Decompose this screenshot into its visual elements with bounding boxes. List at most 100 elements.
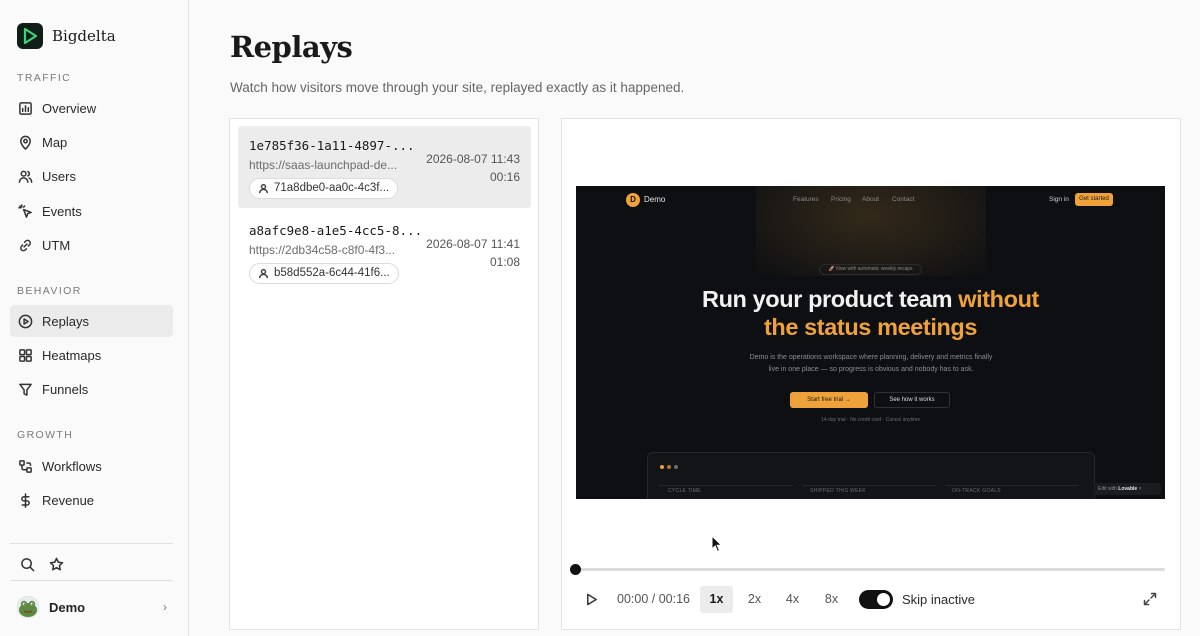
sidebar-item-label: UTM <box>42 237 71 253</box>
fullscreen-button[interactable] <box>1141 590 1159 608</box>
page-title: Replays <box>230 30 353 64</box>
replay-announcement: 🚀 Now with automatic weekly recaps <box>819 264 922 275</box>
session-url: https://saas-launchpad-de... <box>249 158 398 172</box>
replay-headline-accent: without <box>958 286 1039 312</box>
cursor-click-icon <box>18 203 32 218</box>
link-icon <box>20 239 31 251</box>
users-icon <box>18 170 33 183</box>
replay-dot <box>667 465 671 469</box>
session-item[interactable]: 1e785f36-1a11-4897-... https://saas-laun… <box>238 126 531 208</box>
session-user-chip[interactable]: 71a8dbe0-aa0c-4c3f... <box>249 178 399 199</box>
session-user-id: b58d552a-6c44-41f6... <box>274 267 390 279</box>
dollar-icon <box>21 492 30 508</box>
chevron-right-icon: › <box>163 600 167 614</box>
user-icon <box>258 183 269 194</box>
map-pin-icon <box>20 135 31 150</box>
timeline-track[interactable] <box>576 568 1165 571</box>
skip-inactive-toggle[interactable] <box>859 590 893 609</box>
session-url: https://2db34c58-c8f0-4f3... <box>249 243 396 257</box>
replay-badge-close: × <box>1138 486 1142 492</box>
replay-divider <box>945 485 1079 486</box>
replay-nav-link: Pricing <box>831 196 851 203</box>
sidebar-item-events[interactable]: Events <box>10 195 173 227</box>
speed-4x-button[interactable]: 4x <box>776 586 809 613</box>
replay-cta: Get started <box>1075 193 1113 206</box>
replay-dot <box>674 465 678 469</box>
star-icon[interactable] <box>47 555 65 573</box>
section-label-behavior: BEHAVIOR <box>17 285 82 297</box>
playback-time: 00:00 / 00:16 <box>617 592 690 606</box>
session-user-id: 71a8dbe0-aa0c-4c3f... <box>274 182 390 194</box>
sidebar-item-workflows[interactable]: Workflows <box>10 450 173 482</box>
speed-1x-button[interactable]: 1x <box>700 586 733 613</box>
replay-headline: Run your product team without the status… <box>576 285 1165 341</box>
play-circle-icon <box>18 314 33 328</box>
sidebar-item-label: Revenue <box>42 492 95 508</box>
sidebar-item-label: Workflows <box>42 458 102 474</box>
replay-stat-label: CYCLE TIME <box>668 488 701 494</box>
play-button[interactable] <box>582 590 600 608</box>
session-list: 1e785f36-1a11-4897-... https://saas-laun… <box>229 118 539 630</box>
session-date: 2026-08-07 11:41 <box>426 237 520 251</box>
replay-viewport[interactable]: D Demo Features Pricing About Contact Si… <box>576 186 1165 499</box>
app: Bigdelta TRAFFIC Overview Map Users Even… <box>0 0 1200 636</box>
sidebar-item-label: Funnels <box>42 381 89 397</box>
session-duration: 01:08 <box>489 255 520 269</box>
session-date: 2026-08-07 11:43 <box>426 152 520 166</box>
replay-dot <box>660 465 664 469</box>
session-item[interactable]: a8afc9e8-a1e5-4cc5-8... https://2db34c58… <box>238 211 531 293</box>
replay-edit-badge: Edit with Lovable × <box>1094 483 1161 495</box>
session-id: a8afc9e8-a1e5-4cc5-8... <box>249 223 423 238</box>
user-icon <box>258 268 269 279</box>
replay-nav-link: Features <box>793 196 819 203</box>
replay-badge-prefix: Edit with <box>1098 486 1117 492</box>
replay-divider <box>659 485 793 486</box>
sidebar-item-utm[interactable]: UTM <box>10 229 173 261</box>
section-label-growth: GROWTH <box>17 429 74 441</box>
replay-logo: D <box>626 193 640 207</box>
replay-headline-part: Run your product team <box>702 286 959 312</box>
brand-name: Bigdelta <box>52 27 116 45</box>
replay-secondary-button: See how it works <box>874 392 950 408</box>
replay-note: 14-day trial · No credit card · Cancel a… <box>820 417 921 423</box>
replay-headline-accent: the status meetings <box>763 314 978 340</box>
speed-2x-button[interactable]: 2x <box>738 586 771 613</box>
page-subtitle: Watch how visitors move through your sit… <box>230 80 685 95</box>
divider <box>10 543 173 544</box>
sidebar-item-overview[interactable]: Overview <box>10 92 173 124</box>
session-user-chip[interactable]: b58d552a-6c44-41f6... <box>249 263 399 284</box>
brand-logo-icon <box>17 23 43 49</box>
replay-nav-link: About <box>862 196 879 203</box>
play-icon <box>586 593 597 605</box>
account-switcher[interactable]: Demo › <box>17 596 167 618</box>
session-id: 1e785f36-1a11-4897-... <box>249 138 415 153</box>
sidebar-item-label: Users <box>42 168 76 184</box>
brand[interactable]: Bigdelta <box>17 23 116 49</box>
account-name: Demo <box>49 599 86 615</box>
sidebar-item-users[interactable]: Users <box>10 160 173 192</box>
section-label-traffic: TRAFFIC <box>17 72 72 84</box>
replay-body-line: Demo is the operations workspace where p… <box>749 354 993 361</box>
sidebar-item-label: Replays <box>42 313 89 329</box>
sidebar-item-funnels[interactable]: Funnels <box>10 373 173 405</box>
timeline-scrubber[interactable] <box>570 564 581 575</box>
sidebar-item-label: Events <box>42 203 82 219</box>
sidebar-item-revenue[interactable]: Revenue <box>10 484 173 516</box>
replay-body: Demo is the operations workspace where p… <box>726 352 1016 376</box>
replay-brand: Demo <box>644 195 666 204</box>
speed-8x-button[interactable]: 8x <box>815 586 848 613</box>
expand-icon <box>1143 592 1157 606</box>
session-duration: 00:16 <box>489 170 520 184</box>
sidebar-item-map[interactable]: Map <box>10 126 173 158</box>
avatar <box>17 596 39 618</box>
sidebar-item-heatmaps[interactable]: Heatmaps <box>10 339 173 371</box>
grid-icon <box>19 348 32 362</box>
chart-icon <box>19 101 32 115</box>
skip-inactive-label: Skip inactive <box>902 592 975 607</box>
replay-nav-link: Contact <box>892 196 915 203</box>
sidebar-item-label: Overview <box>42 100 97 116</box>
search-icon[interactable] <box>18 555 36 573</box>
replay-divider <box>802 485 936 486</box>
sidebar-item-replays[interactable]: Replays <box>10 305 173 337</box>
replay-primary-button: Start free trial → <box>790 392 868 408</box>
